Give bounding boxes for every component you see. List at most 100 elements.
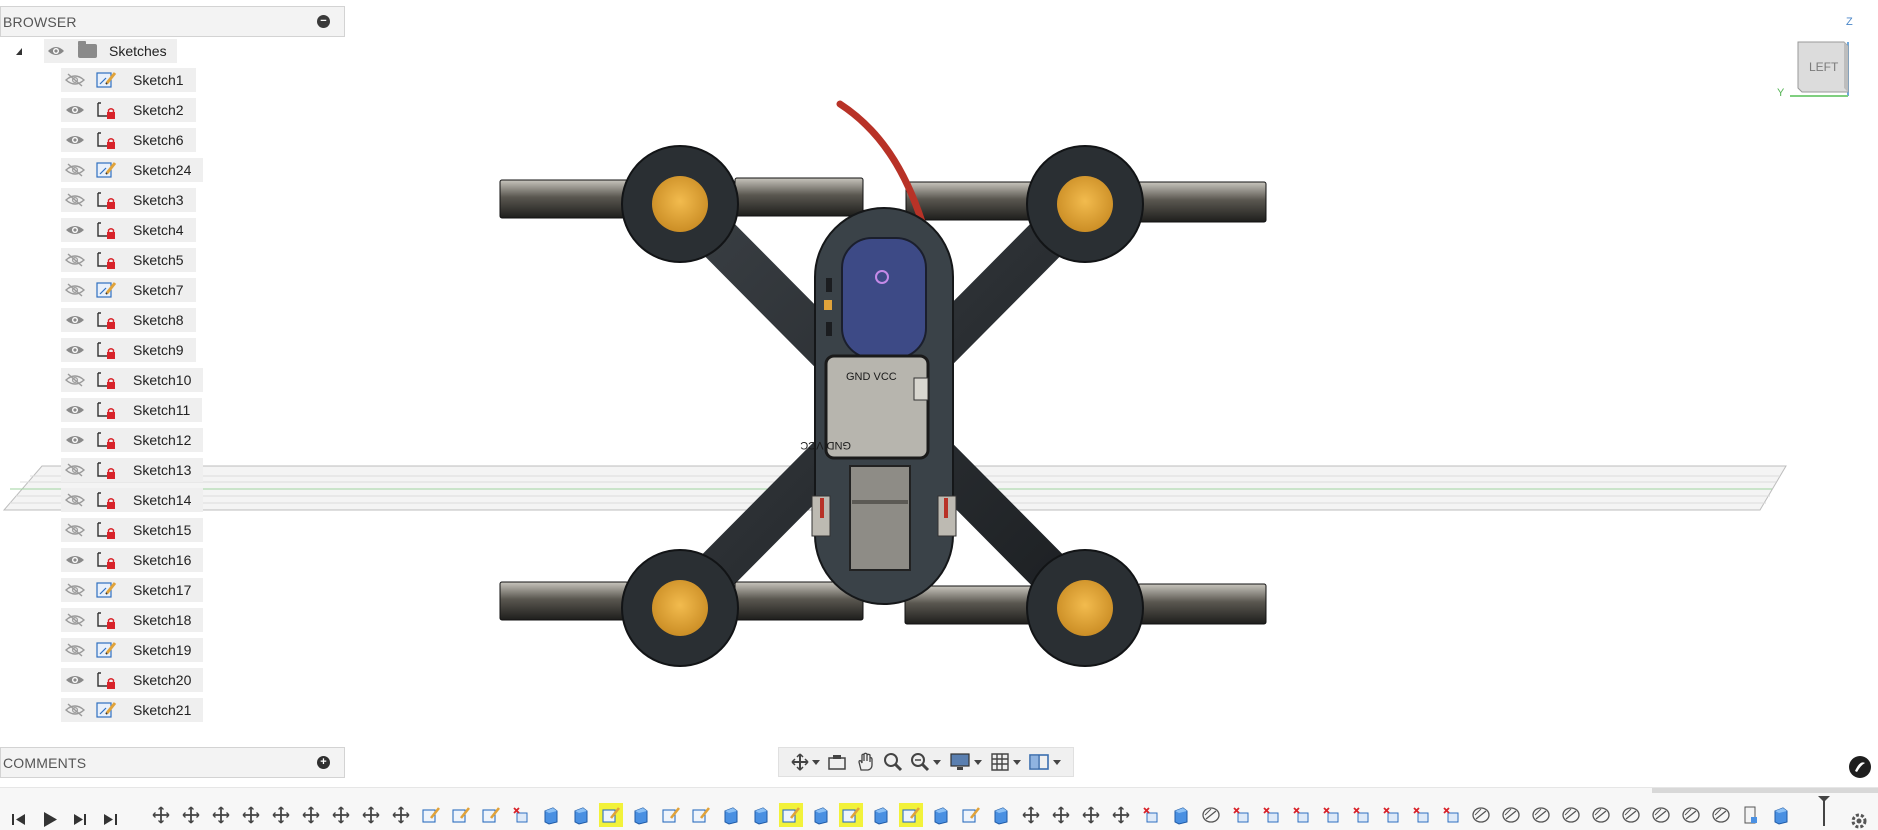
visibility-eye-icon[interactable] — [63, 669, 87, 691]
timeline-feature-move-icon[interactable] — [1256, 802, 1286, 828]
timeline-feature-joint-icon[interactable] — [266, 802, 296, 828]
hidden-eye-icon[interactable] — [63, 489, 87, 511]
browser-item-sketch14[interactable]: Sketch14 — [0, 485, 345, 515]
hidden-eye-icon[interactable] — [63, 519, 87, 541]
timeline-feature-move-icon[interactable] — [1286, 802, 1316, 828]
hidden-eye-icon[interactable] — [63, 159, 87, 181]
visibility-eye-icon[interactable] — [63, 339, 87, 361]
timeline-feature-joint-icon[interactable] — [326, 802, 356, 828]
timeline-feature-sketch-hl-icon[interactable] — [596, 802, 626, 828]
timeline-feature-pattern-icon[interactable] — [1496, 802, 1526, 828]
comments-header[interactable]: COMMENTS + — [0, 747, 345, 778]
viewports-button[interactable] — [1028, 750, 1062, 774]
timeline-feature-body-icon[interactable] — [1166, 802, 1196, 828]
browser-item-sketch17[interactable]: Sketch17 — [0, 575, 345, 605]
timeline-feature-pattern-icon[interactable] — [1526, 802, 1556, 828]
browser-item-sketch9[interactable]: Sketch9 — [0, 335, 345, 365]
play-button[interactable] — [40, 810, 60, 828]
browser-item-sketch24[interactable]: Sketch24 — [0, 155, 345, 185]
timeline-feature-pattern-icon[interactable] — [1586, 802, 1616, 828]
hidden-eye-icon[interactable] — [63, 459, 87, 481]
browser-item-sketch4[interactable]: Sketch4 — [0, 215, 345, 245]
browser-item-sketch2[interactable]: Sketch2 — [0, 95, 345, 125]
hidden-eye-icon[interactable] — [63, 609, 87, 631]
visibility-eye-icon[interactable] — [63, 99, 87, 121]
timeline-feature-move-icon[interactable] — [1406, 802, 1436, 828]
display-settings-button[interactable] — [949, 750, 982, 774]
browser-item-sketch16[interactable]: Sketch16 — [0, 545, 345, 575]
timeline-feature-pattern-icon[interactable] — [1196, 802, 1226, 828]
visibility-eye-icon[interactable] — [63, 129, 87, 151]
browser-item-sketch7[interactable]: Sketch7 — [0, 275, 345, 305]
timeline-feature-pattern-icon[interactable] — [1466, 802, 1496, 828]
go-to-start-button[interactable] — [9, 810, 29, 828]
visibility-eye-icon[interactable] — [63, 549, 87, 571]
timeline-feature-body-icon[interactable] — [626, 802, 656, 828]
status-icon[interactable] — [1849, 756, 1871, 778]
timeline-feature-joint-icon[interactable] — [1076, 802, 1106, 828]
browser-item-sketch15[interactable]: Sketch15 — [0, 515, 345, 545]
hidden-eye-icon[interactable] — [63, 189, 87, 211]
look-at-button[interactable] — [827, 750, 847, 774]
hidden-eye-icon[interactable] — [63, 69, 87, 91]
grid-settings-button[interactable] — [990, 750, 1021, 774]
timeline-feature-move-icon[interactable] — [1436, 802, 1466, 828]
timeline-feature-sketch-icon[interactable] — [956, 802, 986, 828]
go-to-end-button[interactable] — [101, 810, 121, 828]
orbit-button[interactable] — [791, 750, 820, 774]
timeline-feature-joint-icon[interactable] — [296, 802, 326, 828]
timeline-feature-body-icon[interactable] — [536, 802, 566, 828]
browser-item-sketch5[interactable]: Sketch5 — [0, 245, 345, 275]
timeline-feature-joint-icon[interactable] — [386, 802, 416, 828]
timeline-feature-sketch-icon[interactable] — [656, 802, 686, 828]
timeline-feature-extrude-red-icon[interactable] — [1136, 802, 1166, 828]
hidden-eye-icon[interactable] — [63, 249, 87, 271]
pan-button[interactable] — [855, 750, 875, 774]
browser-item-sketch13[interactable]: Sketch13 — [0, 455, 345, 485]
timeline-feature-joint-icon[interactable] — [236, 802, 266, 828]
timeline-feature-joint-icon[interactable] — [356, 802, 386, 828]
timeline-feature-joint-icon[interactable] — [146, 802, 176, 828]
timeline-feature-move-icon[interactable] — [1226, 802, 1256, 828]
fit-button[interactable] — [910, 750, 942, 774]
timeline-marker[interactable] — [1818, 796, 1830, 826]
visibility-eye-icon[interactable] — [63, 219, 87, 241]
zoom-button[interactable] — [883, 750, 903, 774]
browser-item-sketch19[interactable]: Sketch19 — [0, 635, 345, 665]
timeline-feature-joint-icon[interactable] — [1016, 802, 1046, 828]
browser-item-sketch6[interactable]: Sketch6 — [0, 125, 345, 155]
timeline-feature-sketch-hl-icon[interactable] — [896, 802, 926, 828]
browser-item-sketch18[interactable]: Sketch18 — [0, 605, 345, 635]
timeline-feature-body-icon[interactable] — [716, 802, 746, 828]
step-forward-button[interactable] — [70, 810, 90, 828]
timeline-feature-pattern-icon[interactable] — [1616, 802, 1646, 828]
timeline-feature-body-icon[interactable] — [746, 802, 776, 828]
add-comment-button[interactable]: + — [317, 756, 330, 769]
timeline-scrollbar[interactable] — [1652, 788, 1878, 793]
visibility-eye-icon[interactable] — [63, 429, 87, 451]
timeline-feature-pattern-icon[interactable] — [1646, 802, 1676, 828]
timeline-feature-body-icon[interactable] — [866, 802, 896, 828]
timeline-feature-joint-icon[interactable] — [1046, 802, 1076, 828]
timeline-feature-body-icon[interactable] — [566, 802, 596, 828]
timeline-feature-sketch-hl-icon[interactable] — [776, 802, 806, 828]
timeline-feature-sketch-icon[interactable] — [476, 802, 506, 828]
hidden-eye-icon[interactable] — [63, 699, 87, 721]
timeline-feature-joint-icon[interactable] — [1106, 802, 1136, 828]
view-cube[interactable]: LEFT Z Y — [1770, 12, 1860, 102]
browser-item-sketch21[interactable]: Sketch21 — [0, 695, 345, 725]
gear-icon[interactable] — [1850, 812, 1868, 830]
timeline-feature-sketch-icon[interactable] — [416, 802, 446, 828]
timeline-feature-body-icon[interactable] — [926, 802, 956, 828]
browser-item-sketch10[interactable]: Sketch10 — [0, 365, 345, 395]
timeline-feature-move-icon[interactable] — [1316, 802, 1346, 828]
hidden-eye-icon[interactable] — [63, 279, 87, 301]
timeline-feature-move-icon[interactable] — [1376, 802, 1406, 828]
hidden-eye-icon[interactable] — [63, 639, 87, 661]
timeline-feature-joint-icon[interactable] — [206, 802, 236, 828]
tree-node-sketches[interactable]: Sketches — [0, 37, 345, 65]
timeline-feature-pattern-icon[interactable] — [1676, 802, 1706, 828]
visibility-eye-icon[interactable] — [63, 399, 87, 421]
timeline-feature-pattern-icon[interactable] — [1556, 802, 1586, 828]
collapse-browser-button[interactable]: − — [317, 15, 330, 28]
